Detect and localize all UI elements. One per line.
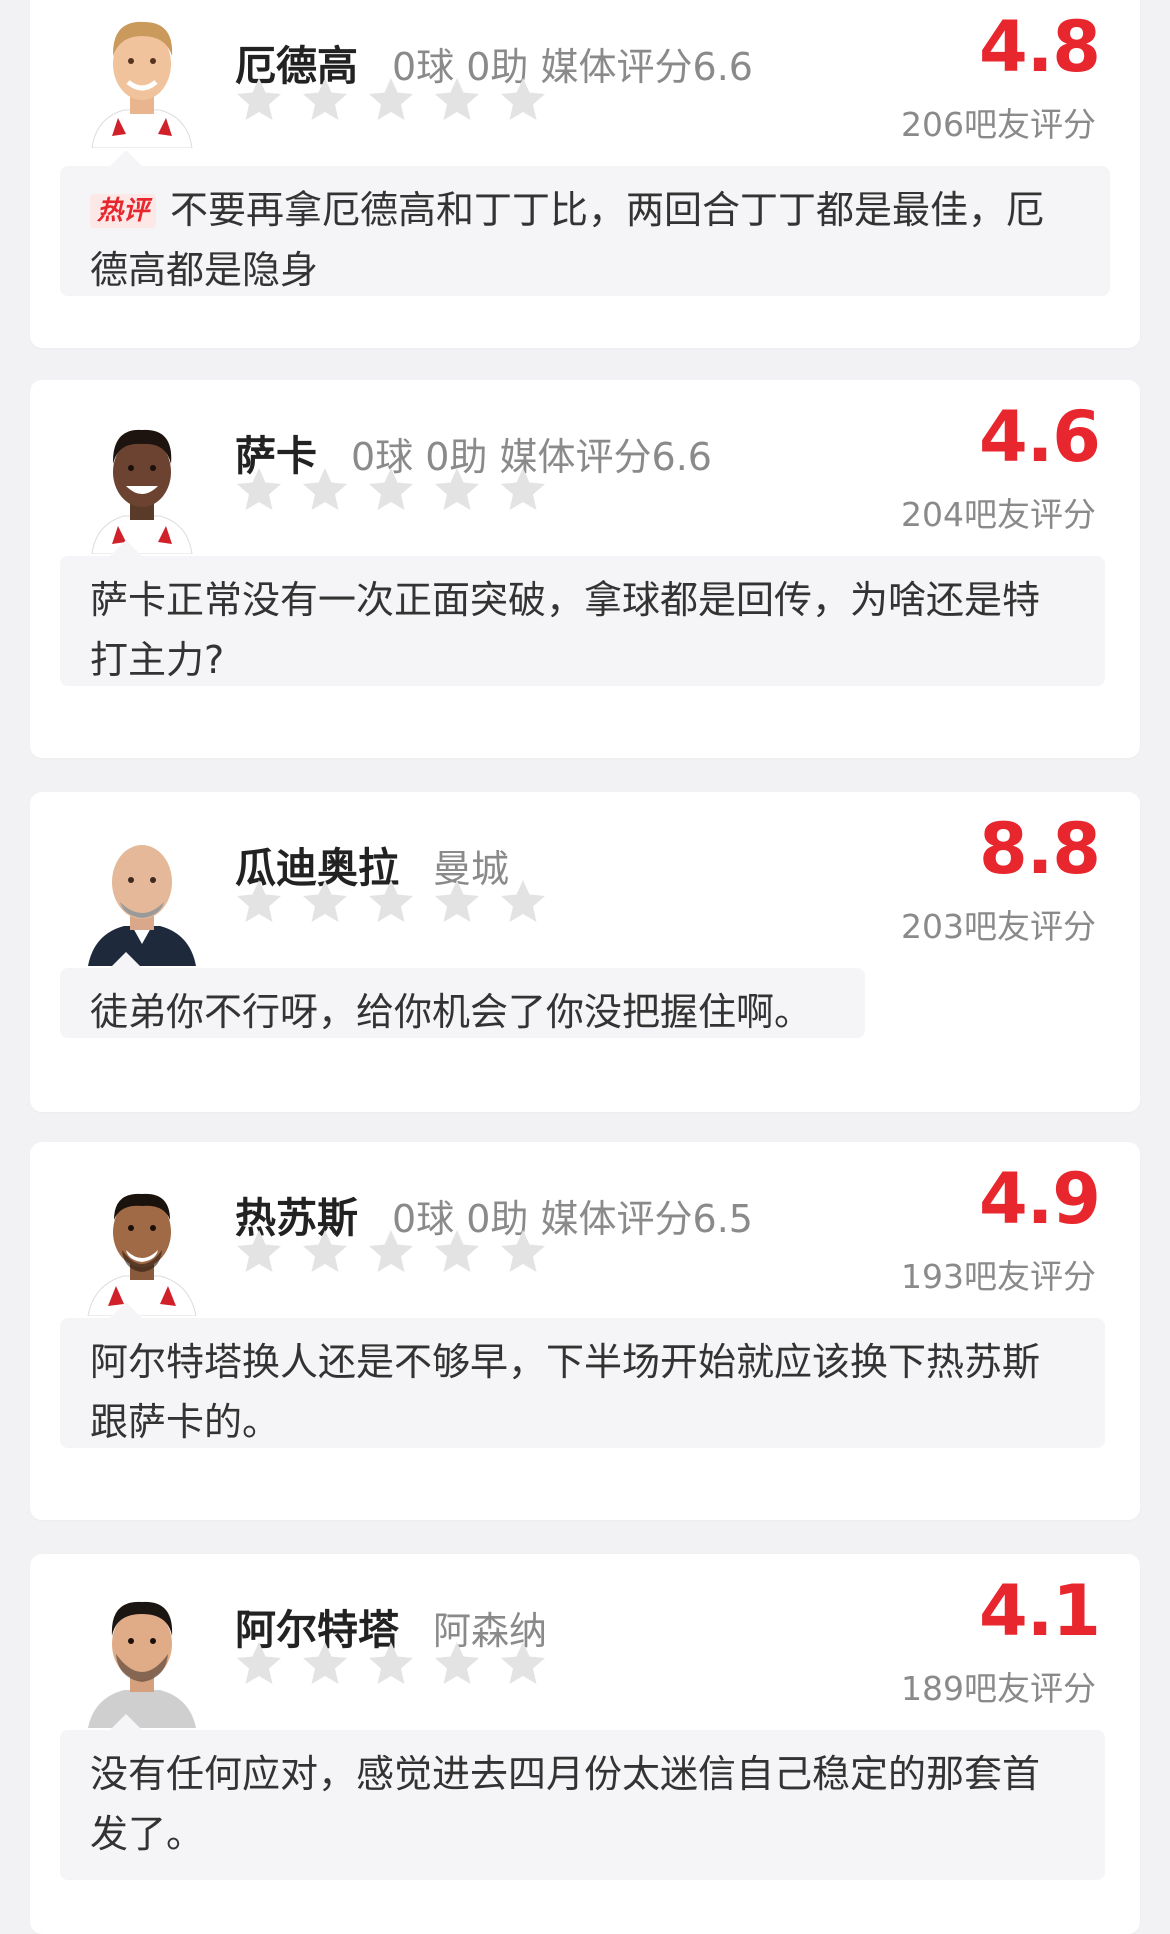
rating-card[interactable]: 厄德高 0球 0助 媒体评分6.6 4.8 206吧友评分 热评 不要再拿厄德高和丁… (30, 0, 1140, 348)
comment[interactable]: 阿尔特塔换人还是不够早，下半场开始就应该换下热苏斯跟萨卡的。 (60, 1302, 1105, 1448)
star-rating[interactable] (235, 1228, 547, 1276)
star-icon[interactable] (367, 878, 415, 926)
fan-rating-count: 203吧友评分 (901, 907, 1096, 946)
star-icon[interactable] (301, 76, 349, 124)
star-icon[interactable] (499, 878, 547, 926)
star-icon[interactable] (235, 1228, 283, 1276)
player-avatar[interactable] (82, 6, 202, 148)
comment[interactable]: 萨卡正常没有一次正面突破，拿球都是回传，为啥还是特打主力? (60, 540, 1105, 686)
star-icon[interactable] (235, 878, 283, 926)
star-icon[interactable] (301, 466, 349, 514)
star-icon[interactable] (499, 466, 547, 514)
star-icon[interactable] (367, 466, 415, 514)
star-icon[interactable] (367, 76, 415, 124)
coach-avatar[interactable] (82, 824, 202, 966)
star-icon[interactable] (367, 1640, 415, 1688)
fan-rating-count: 206吧友评分 (901, 105, 1096, 144)
star-rating[interactable] (235, 76, 547, 124)
comment-text: 不要再拿厄德高和丁丁比，两回合丁丁都是最佳，厄德高都是隐身 (90, 188, 1045, 292)
star-rating[interactable] (235, 1640, 547, 1688)
fan-score: 4.9 (978, 1158, 1101, 1240)
comment-text: 没有任何应对，感觉进去四月份太迷信自己稳定的那套首发了。 (90, 1752, 1041, 1856)
star-icon[interactable] (301, 878, 349, 926)
fan-rating-count: 193吧友评分 (901, 1257, 1096, 1296)
fan-rating-count: 189吧友评分 (901, 1669, 1096, 1708)
coach-avatar[interactable] (82, 1586, 202, 1728)
star-icon[interactable] (235, 1640, 283, 1688)
star-icon[interactable] (433, 466, 481, 514)
rating-card[interactable]: 瓜迪奥拉 曼城 8.8 203吧友评分 徒弟你不行呀，给你机会了你没把握住啊。 (30, 792, 1140, 1112)
star-icon[interactable] (433, 76, 481, 124)
coach-portrait-icon (88, 1601, 196, 1728)
star-icon[interactable] (433, 1228, 481, 1276)
player-portrait-icon (91, 21, 193, 148)
player-avatar[interactable] (82, 1174, 202, 1316)
fan-score: 4.8 (978, 6, 1101, 88)
star-icon[interactable] (433, 878, 481, 926)
comment-text: 阿尔特塔换人还是不够早，下半场开始就应该换下热苏斯跟萨卡的。 (90, 1340, 1041, 1444)
rating-card[interactable]: 热苏斯 0球 0助 媒体评分6.5 4.9 193吧友评分 阿尔特塔换人还是不够早… (30, 1142, 1140, 1520)
rating-card[interactable]: 阿尔特塔 阿森纳 4.1 189吧友评分 没有任何应对，感觉进去四月份太迷信自己稳… (30, 1554, 1140, 1934)
star-icon[interactable] (301, 1640, 349, 1688)
fan-score: 8.8 (978, 808, 1101, 890)
comment-text: 徒弟你不行呀，给你机会了你没把握住啊。 (90, 990, 813, 1034)
fan-score: 4.6 (978, 396, 1101, 478)
star-icon[interactable] (235, 466, 283, 514)
comment-text: 萨卡正常没有一次正面突破，拿球都是回传，为啥还是特打主力? (90, 578, 1041, 682)
star-rating[interactable] (235, 878, 547, 926)
star-icon[interactable] (433, 1640, 481, 1688)
star-icon[interactable] (499, 76, 547, 124)
star-icon[interactable] (367, 1228, 415, 1276)
star-icon[interactable] (499, 1640, 547, 1688)
rating-card[interactable]: 萨卡 0球 0助 媒体评分6.6 4.6 204吧友评分 萨卡正常没有一次正面突破… (30, 380, 1140, 758)
fan-score: 4.1 (978, 1570, 1101, 1652)
comment[interactable]: 徒弟你不行呀，给你机会了你没把握住啊。 (60, 952, 865, 1038)
coach-portrait-icon (88, 845, 196, 966)
player-portrait-icon (87, 1193, 197, 1316)
hot-comment[interactable]: 热评 不要再拿厄德高和丁丁比，两回合丁丁都是最佳，厄德高都是隐身 (60, 150, 1110, 296)
player-avatar[interactable] (82, 412, 202, 554)
star-rating[interactable] (235, 466, 547, 514)
player-portrait-icon (91, 429, 193, 554)
star-icon[interactable] (499, 1228, 547, 1276)
comment[interactable]: 没有任何应对，感觉进去四月份太迷信自己稳定的那套首发了。 (60, 1714, 1105, 1880)
fan-rating-count: 204吧友评分 (901, 495, 1096, 534)
hot-comment-badge: 热评 (90, 194, 157, 228)
star-icon[interactable] (301, 1228, 349, 1276)
star-icon[interactable] (235, 76, 283, 124)
